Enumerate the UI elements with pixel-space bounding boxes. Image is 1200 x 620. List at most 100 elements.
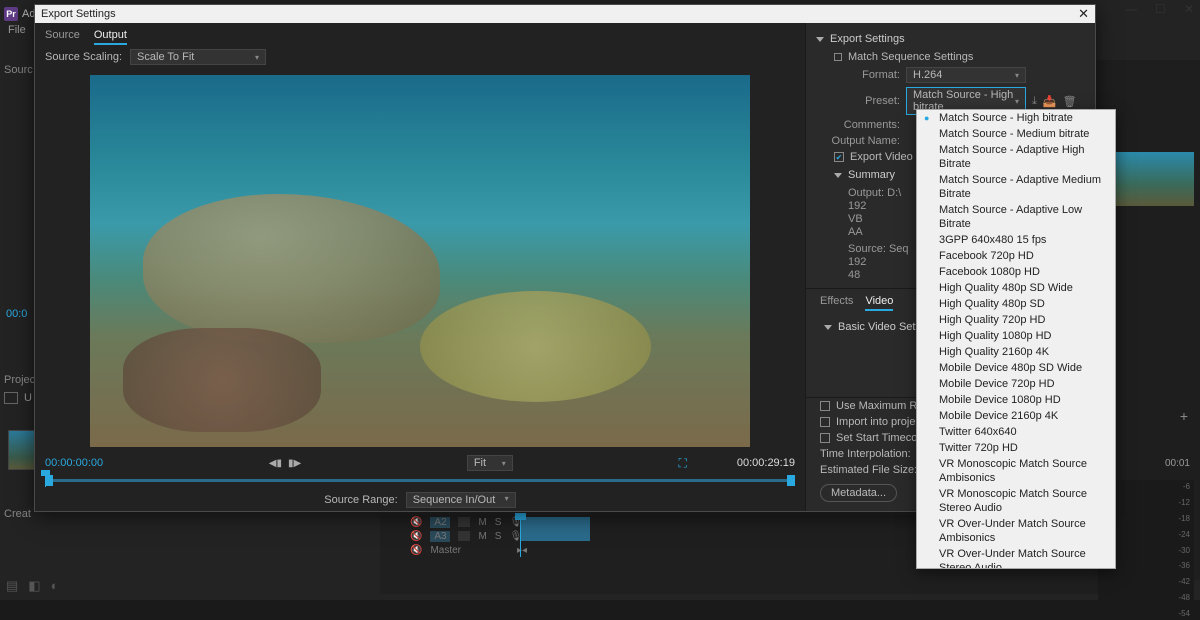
preset-label: Preset: [806,95,900,107]
chevron-down-icon [816,37,824,42]
basic-video-label[interactable]: Basic Video Setti [838,321,921,333]
preset-option[interactable]: High Quality 480p SD Wide [917,280,1115,296]
scrub-playhead[interactable] [45,473,46,487]
dialog-titlebar: Export Settings ✕ [35,5,1095,23]
out-point-handle[interactable] [787,475,795,486]
export-settings-label: Export Settings [830,33,905,45]
add-icon: + [1180,408,1188,424]
source-scaling-dropdown[interactable]: Scale To Fit ▾ [130,49,266,65]
tab-effects[interactable]: Effects [820,293,853,311]
timecode-in[interactable]: 00:00:00:00 [45,457,103,469]
preset-option[interactable]: Mobile Device 2160p 4K [917,408,1115,424]
dialog-close-icon[interactable]: ✕ [1078,6,1089,22]
tab-video[interactable]: Video [865,293,893,311]
close-icon[interactable]: ✕ [1184,2,1194,16]
preset-option[interactable]: High Quality 480p SD [917,296,1115,312]
bg-bottom-tools: ▤ ◧ ◐ [6,578,58,594]
est-size-label: Estimated File Size: 3 [820,464,926,476]
preset-option[interactable]: Mobile Device 1080p HD [917,392,1115,408]
window-controls: — ☐ ✕ [1125,2,1194,16]
match-sequence-label: Match Sequence Settings [848,51,973,63]
preset-option[interactable]: High Quality 720p HD [917,312,1115,328]
step-back-icon[interactable]: ◀▮ [269,458,282,469]
timeline-playhead [520,515,521,557]
tab-source[interactable]: Source [45,27,80,45]
preset-option[interactable]: VR Over-Under Match Source Stereo Audio [917,546,1115,569]
right-timecode: 00:01 [1165,458,1190,469]
preset-option[interactable]: High Quality 2160p 4K [917,344,1115,360]
use-max-checkbox[interactable] [820,401,830,411]
preview-tabs: Source Output [35,23,805,45]
export-settings-header[interactable]: Export Settings [806,29,1095,49]
bg-import-row: U [4,392,32,404]
import-preset-icon[interactable]: 📥 [1043,95,1057,108]
summary-label[interactable]: Summary [848,169,895,181]
track-master: Master [430,545,461,556]
dialog-title: Export Settings [41,8,116,20]
chevron-down-icon [834,173,842,178]
mute-icon: 🔇 [410,517,422,528]
set-start-checkbox[interactable] [820,433,830,443]
preset-option[interactable]: Match Source - Adaptive Low Bitrate [917,202,1115,232]
metadata-button[interactable]: Metadata... [820,484,897,502]
chevron-down-icon: ▾ [502,459,506,468]
video-frame [90,75,750,447]
match-sequence-checkbox[interactable] [834,53,842,61]
fit-dropdown[interactable]: Fit ▾ [467,455,513,471]
time-interp-label: Time Interpolation: [820,448,911,460]
import-label: U [24,392,32,404]
scrub-bar[interactable] [35,473,805,489]
chevron-down-icon [824,325,832,330]
tool-icon: ◐ [51,578,59,594]
source-range-label: Source Range: [324,494,397,506]
menu-file[interactable]: File [8,24,26,42]
preset-option[interactable]: VR Monoscopic Match Source Ambisonics [917,456,1115,486]
import-project-checkbox[interactable] [820,417,830,427]
maximize-icon[interactable]: ☐ [1155,2,1166,16]
save-preset-icon[interactable]: ⤓ [1032,95,1037,108]
fit-value: Fit [474,457,486,469]
tab-output[interactable]: Output [94,27,127,45]
preview-panel: Source Output Source Scaling: Scale To F… [35,23,805,511]
in-point-handle[interactable] [45,475,53,486]
preset-option[interactable]: Match Source - Medium bitrate [917,126,1115,142]
timeline-playhead-head [515,513,526,520]
preset-option[interactable]: Mobile Device 720p HD [917,376,1115,392]
format-value: H.264 [913,69,942,81]
preset-option[interactable]: Facebook 1080p HD [917,264,1115,280]
create-label: Creat [4,508,31,520]
preset-option[interactable]: Facebook 720p HD [917,248,1115,264]
timeline-clip [520,517,590,541]
preset-option[interactable]: 3GPP 640x480 15 fps [917,232,1115,248]
preset-option[interactable]: Match Source - Adaptive Medium Bitrate [917,172,1115,202]
preset-option[interactable]: Mobile Device 480p SD Wide [917,360,1115,376]
preset-dropdown-menu[interactable]: Match Source - High bitrateMatch Source … [916,109,1116,569]
chevron-down-icon: ▾ [505,494,509,506]
step-fwd-icon[interactable]: ▮▶ [288,458,301,469]
preset-option[interactable]: Twitter 640x640 [917,424,1115,440]
tool-icon: ▤ [6,578,18,594]
bin-icon [4,392,18,404]
preset-option[interactable]: Match Source - Adaptive High Bitrate [917,142,1115,172]
mute-icon: 🔇 [410,545,422,556]
format-label: Format: [806,69,900,81]
mute-icon: 🔇 [410,531,422,542]
delete-preset-icon[interactable]: 🗑 [1063,95,1077,108]
chevron-down-icon: ▾ [1015,71,1019,80]
source-range-dropdown[interactable]: Sequence In/Out ▾ [406,492,516,508]
track-a3: A3 [430,531,450,542]
source-scaling-value: Scale To Fit [137,51,194,63]
aspect-lock-icon[interactable]: ⛶ [678,456,686,471]
preset-option[interactable]: VR Over-Under Match Source Ambisonics [917,516,1115,546]
chevron-down-icon: ▾ [255,53,259,62]
source-panel-tab: Sourc [4,64,33,76]
preset-option[interactable]: Twitter 720p HD [917,440,1115,456]
preset-option[interactable]: High Quality 1080p HD [917,328,1115,344]
comments-label: Comments: [806,119,900,131]
bg-timecode-in: 00:0 [6,308,27,320]
preset-option[interactable]: Match Source - High bitrate [917,110,1115,126]
format-dropdown[interactable]: H.264 ▾ [906,67,1026,83]
export-video-checkbox[interactable]: ✔ [834,152,844,162]
preset-option[interactable]: VR Monoscopic Match Source Stereo Audio [917,486,1115,516]
minimize-icon[interactable]: — [1125,2,1137,16]
